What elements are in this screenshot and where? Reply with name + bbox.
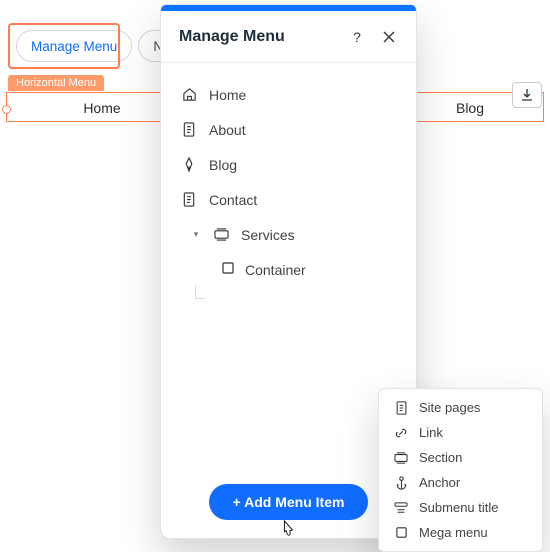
anchor-icon	[393, 475, 409, 491]
popup-item-label: Anchor	[419, 475, 460, 490]
square-icon	[393, 525, 409, 541]
chevron-down-icon: ▾	[191, 229, 201, 240]
close-icon	[383, 31, 395, 43]
popup-item-label: Submenu title	[419, 500, 499, 515]
panel-title: Manage Menu	[179, 28, 334, 46]
help-button[interactable]: ?	[348, 28, 366, 46]
menu-row-blog[interactable]: Blog	[161, 147, 416, 182]
pen-icon	[181, 157, 197, 173]
add-menu-item-label: + Add Menu Item	[233, 494, 345, 510]
popup-item-submenu[interactable]: Submenu title	[379, 495, 542, 520]
popup-item-label: Site pages	[419, 400, 480, 415]
manage-menu-pill-label: Manage Menu	[31, 39, 117, 54]
link-icon	[393, 425, 409, 441]
popup-item-anchor[interactable]: Anchor	[379, 470, 542, 495]
download-button[interactable]	[512, 82, 542, 108]
menu-row-about[interactable]: About	[161, 112, 416, 147]
page-icon	[181, 122, 197, 138]
close-button[interactable]	[380, 28, 398, 46]
menu-row-label: Container	[245, 262, 306, 278]
popup-item-mega-menu[interactable]: Mega menu	[379, 520, 542, 545]
manage-menu-pill[interactable]: Manage Menu	[16, 30, 132, 62]
page-icon	[393, 400, 409, 416]
section-icon	[213, 227, 229, 243]
menu-item-blog[interactable]: Blog	[435, 93, 505, 123]
menu-row-home[interactable]: Home	[161, 77, 416, 112]
popup-item-section[interactable]: Section	[379, 445, 542, 470]
add-item-popup: Site pages Link Section Anchor Submenu t…	[378, 388, 543, 552]
help-icon: ?	[353, 29, 361, 45]
menu-subrow-container[interactable]: Container	[161, 252, 416, 287]
download-icon	[520, 88, 534, 102]
home-icon	[181, 87, 197, 103]
popup-item-label: Section	[419, 450, 462, 465]
popup-item-site-pages[interactable]: Site pages	[379, 395, 542, 420]
section-icon	[393, 450, 409, 466]
popup-item-link[interactable]: Link	[379, 420, 542, 445]
page-icon	[181, 192, 197, 208]
menu-row-label: Blog	[209, 157, 237, 173]
popup-item-label: Mega menu	[419, 525, 488, 540]
menu-item-home[interactable]: Home	[47, 93, 157, 123]
popup-item-label: Link	[419, 425, 443, 440]
menu-row-label: Home	[209, 87, 246, 103]
menu-row-label: Contact	[209, 192, 257, 208]
menu-row-label: Services	[241, 227, 295, 243]
panel-header: Manage Menu ?	[161, 11, 416, 63]
menu-item-label: Blog	[456, 100, 484, 116]
add-menu-item-button[interactable]: + Add Menu Item	[209, 484, 369, 520]
menu-row-services[interactable]: ▾ Services	[161, 217, 416, 252]
square-icon	[221, 261, 235, 278]
element-badge: Horizontal Menu	[8, 75, 104, 91]
resize-handle[interactable]	[2, 105, 11, 114]
menu-item-label: Home	[83, 100, 120, 116]
menu-row-contact[interactable]: Contact	[161, 182, 416, 217]
element-badge-label: Horizontal Menu	[16, 77, 96, 89]
menu-row-label: About	[209, 122, 246, 138]
submenu-icon	[393, 500, 409, 516]
